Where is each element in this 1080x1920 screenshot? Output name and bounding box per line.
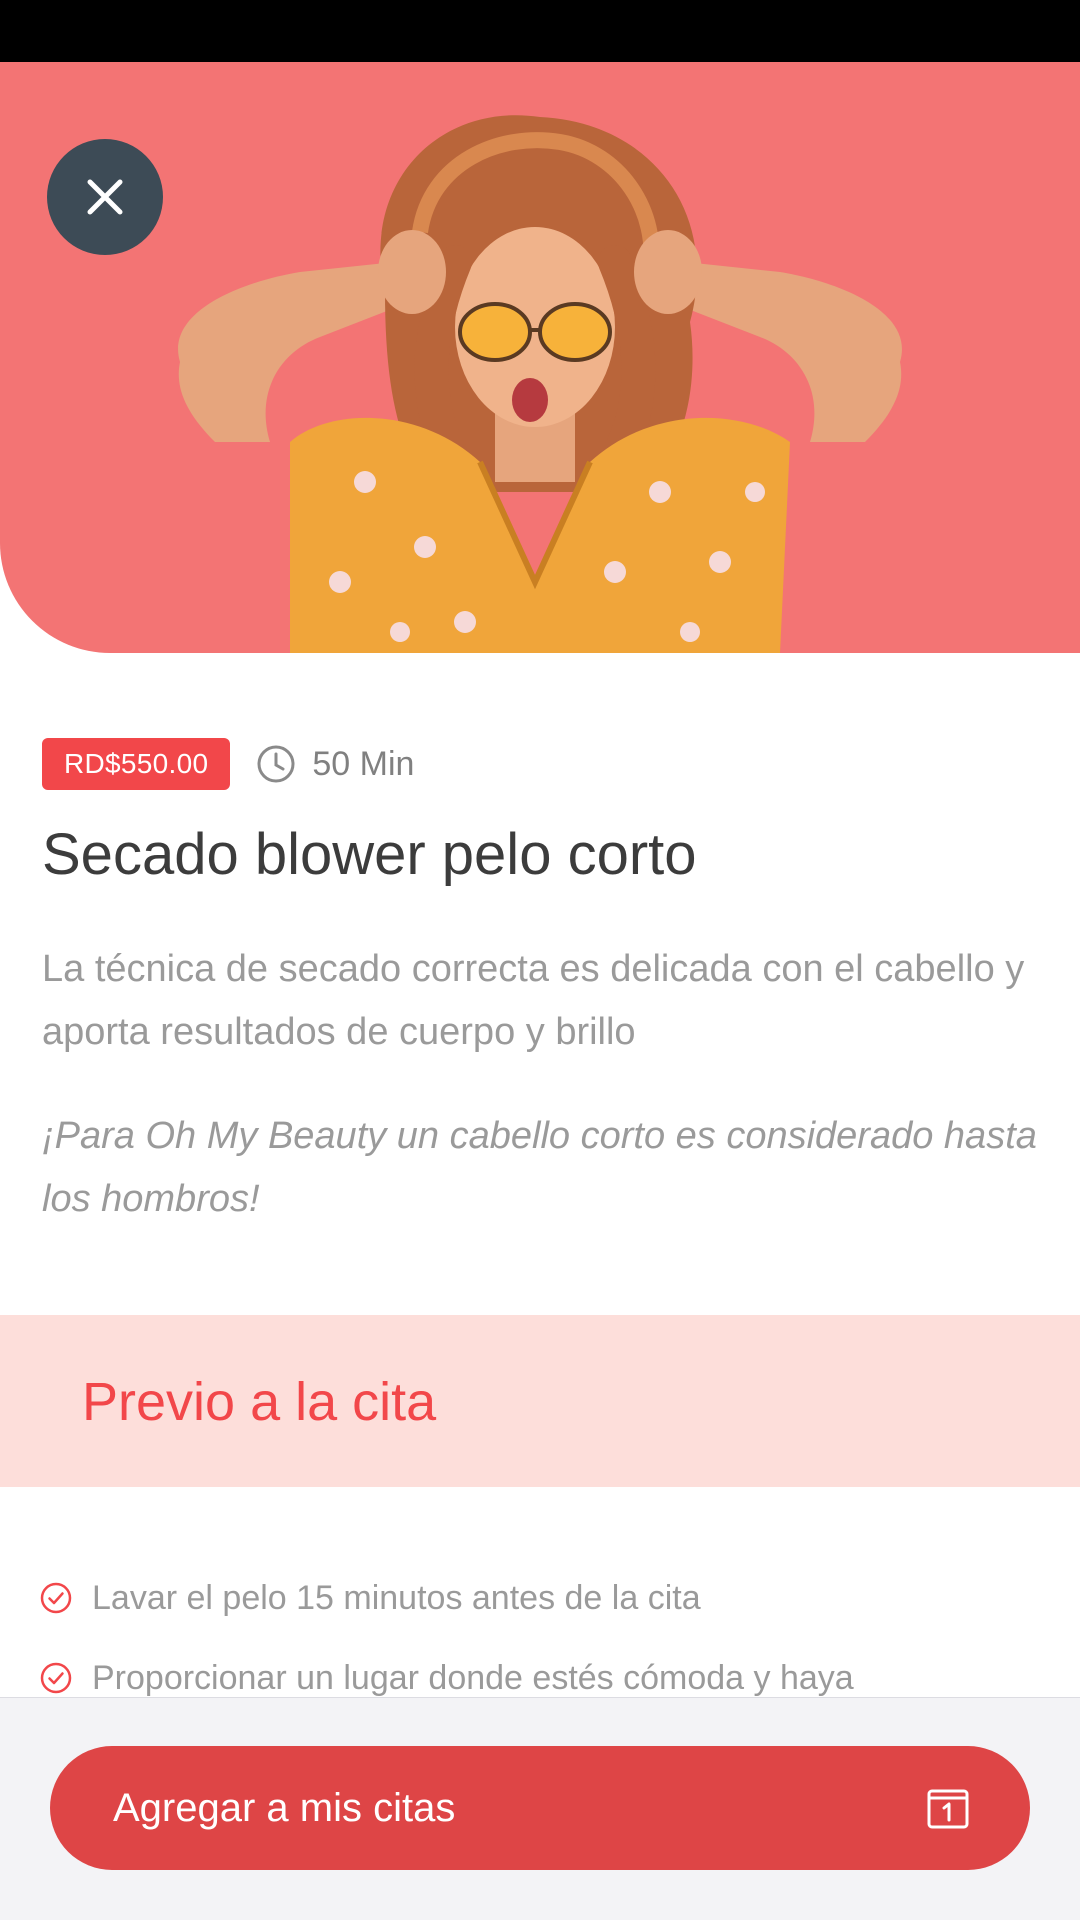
duration-text: 50 Min xyxy=(312,744,415,783)
add-to-appointments-label: Agregar a mis citas xyxy=(113,1785,456,1830)
status-bar xyxy=(0,0,1080,62)
hero-banner xyxy=(0,62,1080,653)
add-to-appointments-button[interactable]: Agregar a mis citas xyxy=(50,1746,1030,1870)
clock-icon xyxy=(257,745,295,783)
bottom-action-bar: Agregar a mis citas xyxy=(0,1697,1080,1920)
service-description: La técnica de secado correcta es delicad… xyxy=(42,948,1025,1053)
check-circle-icon xyxy=(40,1582,72,1614)
duration-info: 50 Min xyxy=(256,744,414,784)
hero-image xyxy=(178,115,902,653)
section-banner: Previo a la cita xyxy=(0,1315,1080,1487)
close-button[interactable] xyxy=(47,139,163,255)
service-title: Secado blower pelo corto xyxy=(42,822,697,887)
calendar-icon xyxy=(927,1789,969,1829)
service-note: ¡Para Oh My Beauty un cabello corto es c… xyxy=(42,1115,1037,1220)
close-icon xyxy=(87,179,123,215)
checklist-item-text: Proporcionar un lugar donde estés cómoda… xyxy=(92,1658,854,1697)
checklist-item: Lavar el pelo 15 minutos antes de la cit… xyxy=(40,1572,1060,1624)
price-badge: RD$550.00 xyxy=(42,738,231,790)
service-meta: RD$550.00 50 Min xyxy=(42,738,414,790)
checklist-item-text: Lavar el pelo 15 minutos antes de la cit… xyxy=(92,1578,701,1617)
section-title: Previo a la cita xyxy=(82,1372,437,1432)
check-circle-icon xyxy=(40,1662,72,1694)
